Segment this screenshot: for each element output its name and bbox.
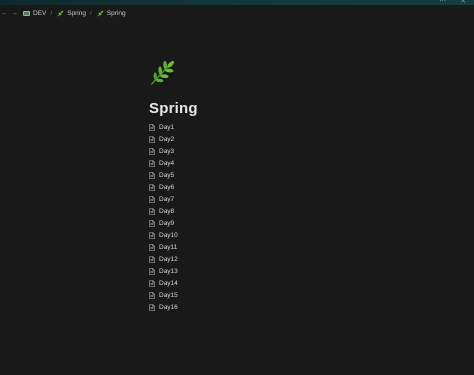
subpage-link[interactable]: Day15 [149,289,198,301]
subpage-link[interactable]: Day11 [149,241,198,253]
breadcrumb-item-spring-current[interactable]: Spring [97,10,126,17]
subpage-link[interactable]: Day12 [149,253,198,265]
document-icon [149,183,155,191]
subpage-label: Day5 [159,171,175,179]
nav-arrows: ← → [1,10,18,17]
breadcrumb-item-dev[interactable]: DEV [23,10,46,17]
subpage-link[interactable]: Day2 [149,133,198,145]
folder-icon [23,10,30,16]
document-icon [149,219,155,227]
breadcrumb-bar: ← → DEV / Spring / Spring [0,5,474,21]
breadcrumb-separator: / [89,9,92,17]
page-title[interactable]: Spring [149,100,198,118]
document-icon [149,255,155,263]
breadcrumb-item-spring[interactable]: Spring [57,10,86,17]
subpage-label: Day9 [159,219,175,227]
document-icon [149,231,155,239]
subpage-label: Day14 [159,279,178,287]
subpage-link[interactable]: Day6 [149,181,198,193]
document-icon [149,159,155,167]
subpage-label: Day13 [159,267,178,275]
document-icon [149,135,155,143]
subpage-label: Day15 [159,291,178,299]
breadcrumb-label: Spring [106,9,126,17]
document-icon [149,243,155,251]
subpage-label: Day11 [159,243,178,251]
leaf-emoji-icon[interactable] [149,58,177,86]
subpage-link[interactable]: Day14 [149,277,198,289]
document-icon [149,291,155,299]
document-icon [149,195,155,203]
subpage-link[interactable]: Day4 [149,157,198,169]
document-icon [149,147,155,155]
arrow-right-icon[interactable]: → [11,10,18,17]
document-icon [149,207,155,215]
subpage-label: Day3 [159,147,175,155]
subpage-link[interactable]: Day9 [149,217,198,229]
subpage-list: Day1 Day2 Day3 Day4 Day5 Day6 Day7 Day8 Day9 Day1… [149,121,198,313]
subpage-label: Day16 [159,303,178,311]
subpage-label: Day10 [159,231,178,239]
subpage-label: Day12 [159,255,178,263]
subpage-label: Day6 [159,183,175,191]
subpage-link[interactable]: Day10 [149,229,198,241]
subpage-link[interactable]: Day3 [149,145,198,157]
document-icon [149,303,155,311]
subpage-label: Day7 [159,195,175,203]
subpage-link[interactable]: Day5 [149,169,198,181]
subpage-label: Day4 [159,159,175,167]
leaf-icon [57,9,64,16]
subpage-label: Day1 [159,123,175,131]
document-icon [149,123,155,131]
document-icon [149,171,155,179]
subpage-link[interactable]: Day8 [149,205,198,217]
breadcrumb-separator: / [50,9,53,17]
subpage-link[interactable]: Day13 [149,265,198,277]
subpage-link[interactable]: Day7 [149,193,198,205]
subpage-link[interactable]: Day1 [149,121,198,133]
breadcrumb-label: DEV [33,9,47,17]
subpage-link[interactable]: Day16 [149,301,198,313]
leaf-icon [97,9,104,16]
document-icon [149,267,155,275]
app-window: ⋯ ✕ ← → DEV / Spring / Spring Spring Day… [0,0,474,375]
subpage-label: Day2 [159,135,175,143]
document-icon [149,279,155,287]
subpage-label: Day8 [159,207,175,215]
arrow-left-icon[interactable]: ← [1,10,8,17]
breadcrumb-label: Spring [67,9,86,17]
page-content: Spring Day1 Day2 Day3 Day4 Day5 Day6 Day7 Day8 D… [149,58,198,313]
